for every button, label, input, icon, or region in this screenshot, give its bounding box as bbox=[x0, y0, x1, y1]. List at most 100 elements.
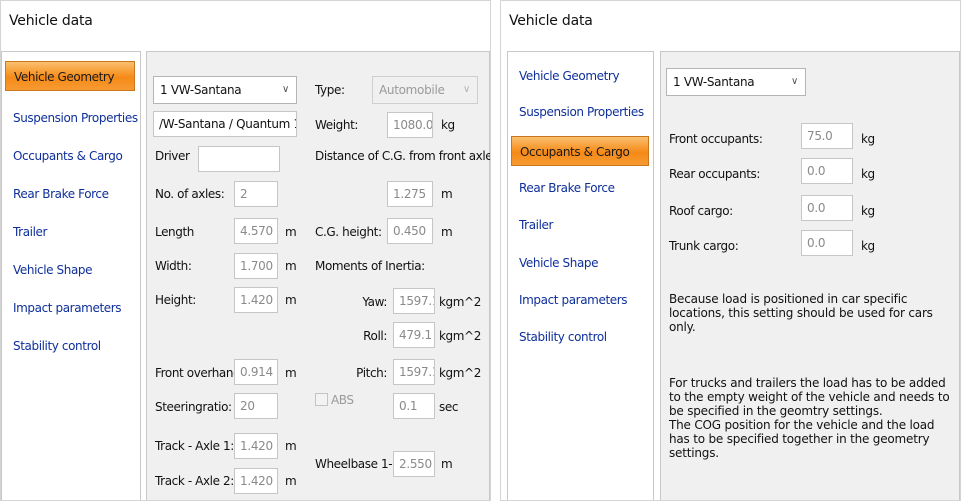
vehicle-data-window-geometry: Vehicle data Vehicle Geometry Suspension… bbox=[0, 0, 491, 501]
sidebar-item-vehicle-shape[interactable]: Vehicle Shape bbox=[5, 255, 93, 285]
front-overhang-field[interactable]: 0.914 bbox=[234, 359, 278, 385]
roll-label: Roll: bbox=[363, 329, 387, 343]
vehicle-select[interactable]: 1 VW-Santana ∨ bbox=[153, 76, 297, 104]
track-axle-2-label: Track - Axle 2: bbox=[155, 474, 234, 488]
cg-distance-field[interactable]: 1.275 bbox=[387, 181, 433, 207]
width-label: Width: bbox=[155, 259, 192, 273]
cg-height-label: C.G. height: bbox=[315, 225, 382, 239]
rear-occupants-label: Rear occupants: bbox=[669, 167, 761, 181]
weight-unit: kg bbox=[441, 118, 455, 132]
geometry-content: 1 VW-Santana ∨ /W-Santana / Quantum 1.8 … bbox=[146, 51, 490, 500]
wheelbase-unit: m bbox=[441, 457, 453, 471]
sidebar: Vehicle Geometry Suspension Properties O… bbox=[1, 51, 141, 500]
height-unit: m bbox=[285, 293, 297, 307]
vehicle-data-window-occupants: Vehicle data Vehicle Geometry Suspension… bbox=[500, 0, 961, 501]
front-overhang-unit: m bbox=[285, 366, 297, 380]
trunk-cargo-unit: kg bbox=[861, 239, 875, 253]
trunk-cargo-label: Trunk cargo: bbox=[669, 239, 739, 253]
vehicle-select-value: 1 VW-Santana bbox=[673, 75, 755, 89]
length-unit: m bbox=[285, 225, 297, 239]
cg-height-unit: m bbox=[441, 225, 453, 239]
length-field[interactable]: 4.570 bbox=[234, 218, 278, 244]
weight-field[interactable]: 1080.0 bbox=[387, 112, 433, 138]
note-cars-only: Because load is positioned in car specif… bbox=[669, 292, 933, 334]
yaw-label: Yaw: bbox=[362, 295, 387, 309]
roll-unit: kgm^2 bbox=[439, 329, 481, 343]
vehicle-select-value: 1 VW-Santana bbox=[160, 83, 242, 97]
width-unit: m bbox=[285, 259, 297, 273]
height-label: Height: bbox=[155, 293, 196, 307]
sidebar-item-vehicle-shape[interactable]: Vehicle Shape bbox=[511, 248, 599, 278]
type-label: Type: bbox=[315, 83, 345, 97]
yaw-unit: kgm^2 bbox=[439, 295, 481, 309]
type-select[interactable]: Automobile ∨ bbox=[372, 76, 478, 104]
chevron-down-icon: ∨ bbox=[281, 84, 289, 95]
front-occupants-unit: kg bbox=[861, 132, 875, 146]
yaw-field[interactable]: 1597.1 bbox=[393, 288, 435, 314]
pitch-field[interactable]: 1597.1 bbox=[393, 359, 435, 385]
chevron-down-icon: ∨ bbox=[462, 84, 470, 95]
rear-occupants-unit: kg bbox=[861, 167, 875, 181]
sidebar-item-occupants-cargo[interactable]: Occupants & Cargo bbox=[511, 136, 649, 166]
steering-ratio-label: Steeringratio: bbox=[155, 400, 232, 414]
abs-field[interactable]: 0.1 bbox=[393, 393, 435, 419]
weight-label: Weight: bbox=[315, 118, 359, 132]
axles-label: No. of axles: bbox=[155, 187, 225, 201]
window-title: Vehicle data bbox=[509, 13, 593, 29]
sidebar: Vehicle Geometry Suspension Properties O… bbox=[507, 51, 654, 500]
front-overhang-label: Front overhang: bbox=[155, 366, 244, 380]
length-label: Length bbox=[155, 225, 194, 239]
width-field[interactable]: 1.700 bbox=[234, 253, 278, 279]
moments-of-inertia-label: Moments of Inertia: bbox=[315, 259, 425, 273]
note-trucks-trailers: For trucks and trailers the load has to … bbox=[669, 376, 950, 418]
abs-unit: sec bbox=[439, 400, 459, 414]
chevron-down-icon: ∨ bbox=[790, 76, 798, 87]
roof-cargo-field[interactable]: 0.0 bbox=[801, 195, 853, 221]
sidebar-item-vehicle-geometry[interactable]: Vehicle Geometry bbox=[511, 61, 620, 91]
sidebar-item-suspension-properties[interactable]: Suspension Properties bbox=[5, 103, 138, 133]
wheelbase-label: Wheelbase 1-2: bbox=[315, 457, 404, 471]
occupants-content: 1 VW-Santana ∨ Front occupants: 75.0 kg … bbox=[660, 51, 960, 500]
roll-field[interactable]: 479.1 bbox=[393, 322, 435, 348]
vehicle-select[interactable]: 1 VW-Santana ∨ bbox=[666, 68, 806, 96]
track-axle-1-field[interactable]: 1.420 bbox=[234, 433, 278, 459]
steering-ratio-field[interactable]: 20 bbox=[234, 393, 278, 419]
sidebar-item-occupants-cargo[interactable]: Occupants & Cargo bbox=[5, 141, 123, 171]
sidebar-item-impact-parameters[interactable]: Impact parameters bbox=[511, 285, 628, 315]
cg-height-field[interactable]: 0.450 bbox=[387, 218, 433, 244]
type-select-value: Automobile bbox=[379, 83, 445, 97]
window-title: Vehicle data bbox=[9, 13, 93, 29]
front-occupants-field[interactable]: 75.0 bbox=[801, 123, 853, 149]
front-occupants-label: Front occupants: bbox=[669, 132, 763, 146]
height-field[interactable]: 1.420 bbox=[234, 287, 278, 313]
roof-cargo-unit: kg bbox=[861, 204, 875, 218]
track-axle-1-label: Track - Axle 1: bbox=[155, 439, 234, 453]
sidebar-item-rear-brake-force[interactable]: Rear Brake Force bbox=[5, 179, 109, 209]
cg-distance-unit: m bbox=[441, 187, 453, 201]
abs-label: ABS bbox=[331, 393, 354, 407]
sidebar-item-trailer[interactable]: Trailer bbox=[511, 210, 553, 240]
sidebar-item-stability-control[interactable]: Stability control bbox=[5, 331, 101, 361]
sidebar-item-rear-brake-force[interactable]: Rear Brake Force bbox=[511, 173, 615, 203]
sidebar-item-suspension-properties[interactable]: Suspension Properties bbox=[511, 97, 644, 127]
track-axle-2-unit: m bbox=[285, 474, 297, 488]
sidebar-item-vehicle-geometry[interactable]: Vehicle Geometry bbox=[5, 61, 135, 91]
wheelbase-field[interactable]: 2.550 bbox=[393, 451, 435, 477]
pitch-unit: kgm^2 bbox=[439, 366, 481, 380]
sidebar-item-trailer[interactable]: Trailer bbox=[5, 217, 47, 247]
driver-label: Driver bbox=[155, 149, 190, 163]
abs-checkbox[interactable] bbox=[315, 393, 328, 406]
track-axle-1-unit: m bbox=[285, 439, 297, 453]
rear-occupants-field[interactable]: 0.0 bbox=[801, 158, 853, 184]
sidebar-item-stability-control[interactable]: Stability control bbox=[511, 322, 607, 352]
sidebar-item-impact-parameters[interactable]: Impact parameters bbox=[5, 293, 122, 323]
trunk-cargo-field[interactable]: 0.0 bbox=[801, 230, 853, 256]
track-axle-2-field[interactable]: 1.420 bbox=[234, 468, 278, 494]
driver-field[interactable] bbox=[198, 146, 280, 172]
axles-field[interactable]: 2 bbox=[234, 181, 278, 207]
note-cog-position: The COG position for the vehicle and the… bbox=[669, 418, 935, 460]
pitch-label: Pitch: bbox=[356, 366, 387, 380]
roof-cargo-label: Roof cargo: bbox=[669, 204, 733, 218]
model-name-field[interactable]: /W-Santana / Quantum 1.8 - bbox=[153, 111, 297, 137]
cg-distance-label: Distance of C.G. from front axle: bbox=[315, 149, 491, 163]
